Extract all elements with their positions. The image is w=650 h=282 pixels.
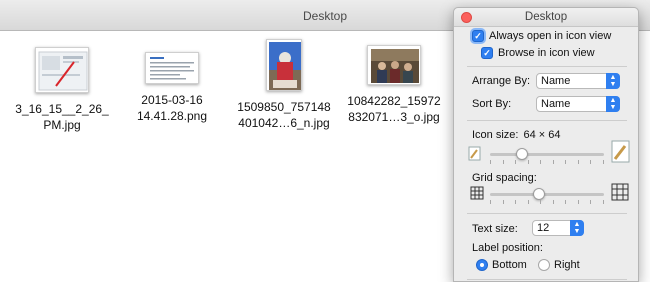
label-position-right[interactable]: Right — [538, 259, 580, 271]
large-icon-size-icon — [611, 140, 630, 163]
screenshot-thumbnail-icon — [38, 51, 88, 91]
file-item[interactable]: 1509850_757148 401042…6_n.jpg — [224, 36, 344, 131]
file-name: 3_16_15__2_26_ PM.jpg — [15, 102, 109, 132]
photo-thumbnail-icon — [371, 49, 419, 83]
always-open-checkbox-row[interactable]: ✓ Always open in icon view — [472, 30, 611, 42]
icon-size-row: Icon size: 64 × 64 — [472, 129, 560, 141]
document-thumbnail-icon — [150, 57, 194, 80]
grid-spacing-slider-track[interactable] — [490, 193, 604, 196]
photo-thumbnail-icon — [269, 42, 301, 90]
grid-spacing-label: Grid spacing: — [472, 172, 537, 184]
file-thumbnail[interactable] — [145, 52, 199, 84]
browse-checkbox-row[interactable]: ✓ Browse in icon view — [481, 47, 595, 59]
file-thumbnail[interactable] — [266, 39, 302, 91]
icon-size-value: 64 × 64 — [523, 129, 561, 141]
icon-size-slider-track[interactable] — [490, 153, 604, 156]
radio-bottom[interactable] — [476, 259, 488, 271]
file-thumbnail[interactable] — [367, 45, 421, 85]
grid-large-icon — [611, 183, 629, 201]
separator — [467, 213, 627, 214]
close-icon[interactable] — [461, 12, 472, 23]
separator — [467, 279, 627, 280]
sort-by-label: Sort By: — [472, 98, 512, 110]
file-item[interactable]: 10842282_15972 832071…3_o.jpg — [334, 36, 454, 125]
panel-title: Desktop — [454, 8, 638, 27]
bottom-label: Bottom — [492, 259, 527, 271]
file-item[interactable]: 3_16_15__2_26_ PM.jpg — [2, 36, 122, 133]
file-name: 2015-03-16 14.41.28.png — [136, 93, 208, 123]
arrange-by-select[interactable]: Name ▲ ▼ — [536, 73, 620, 89]
view-options-panel: Desktop ✓ Always open in icon view ✓ Bro… — [453, 7, 639, 282]
slider-ticks — [490, 200, 604, 204]
icon-size-slider-knob[interactable] — [515, 148, 528, 160]
file-thumbnail[interactable] — [35, 47, 89, 93]
slider-ticks — [490, 160, 604, 164]
always-open-checkbox[interactable]: ✓ — [472, 30, 484, 42]
grid-spacing-slider-knob[interactable] — [533, 188, 546, 200]
icon-size-label: Icon size: — [472, 129, 519, 141]
text-size-label: Text size: — [472, 223, 518, 235]
text-size-value: 12 — [537, 222, 550, 234]
file-name: 1509850_757148 401042…6_n.jpg — [237, 100, 331, 130]
separator — [467, 66, 627, 67]
grid-small-icon — [470, 186, 484, 200]
label-position-bottom[interactable]: Bottom — [476, 259, 527, 271]
browse-label: Browse in icon view — [498, 47, 595, 59]
chevron-updown-icon: ▲ ▼ — [606, 73, 620, 89]
browse-checkbox[interactable]: ✓ — [481, 47, 493, 59]
always-open-label: Always open in icon view — [489, 30, 612, 42]
separator — [467, 120, 627, 121]
label-position-label: Label position: — [472, 242, 543, 254]
chevron-updown-icon: ▲ ▼ — [570, 220, 584, 236]
right-label: Right — [554, 259, 580, 271]
arrange-by-label: Arrange By: — [472, 75, 531, 87]
chevron-updown-icon: ▲ ▼ — [606, 96, 620, 112]
radio-right[interactable] — [538, 259, 550, 271]
file-name: 10842282_15972 832071…3_o.jpg — [347, 94, 441, 124]
small-icon-size-icon — [468, 146, 481, 161]
file-item[interactable]: 2015-03-16 14.41.28.png — [112, 36, 232, 124]
sort-by-select[interactable]: Name ▲ ▼ — [536, 96, 620, 112]
text-size-select[interactable]: 12 ▲ ▼ — [532, 220, 584, 236]
sort-by-value: Name — [541, 98, 571, 110]
arrange-by-value: Name — [541, 75, 571, 87]
